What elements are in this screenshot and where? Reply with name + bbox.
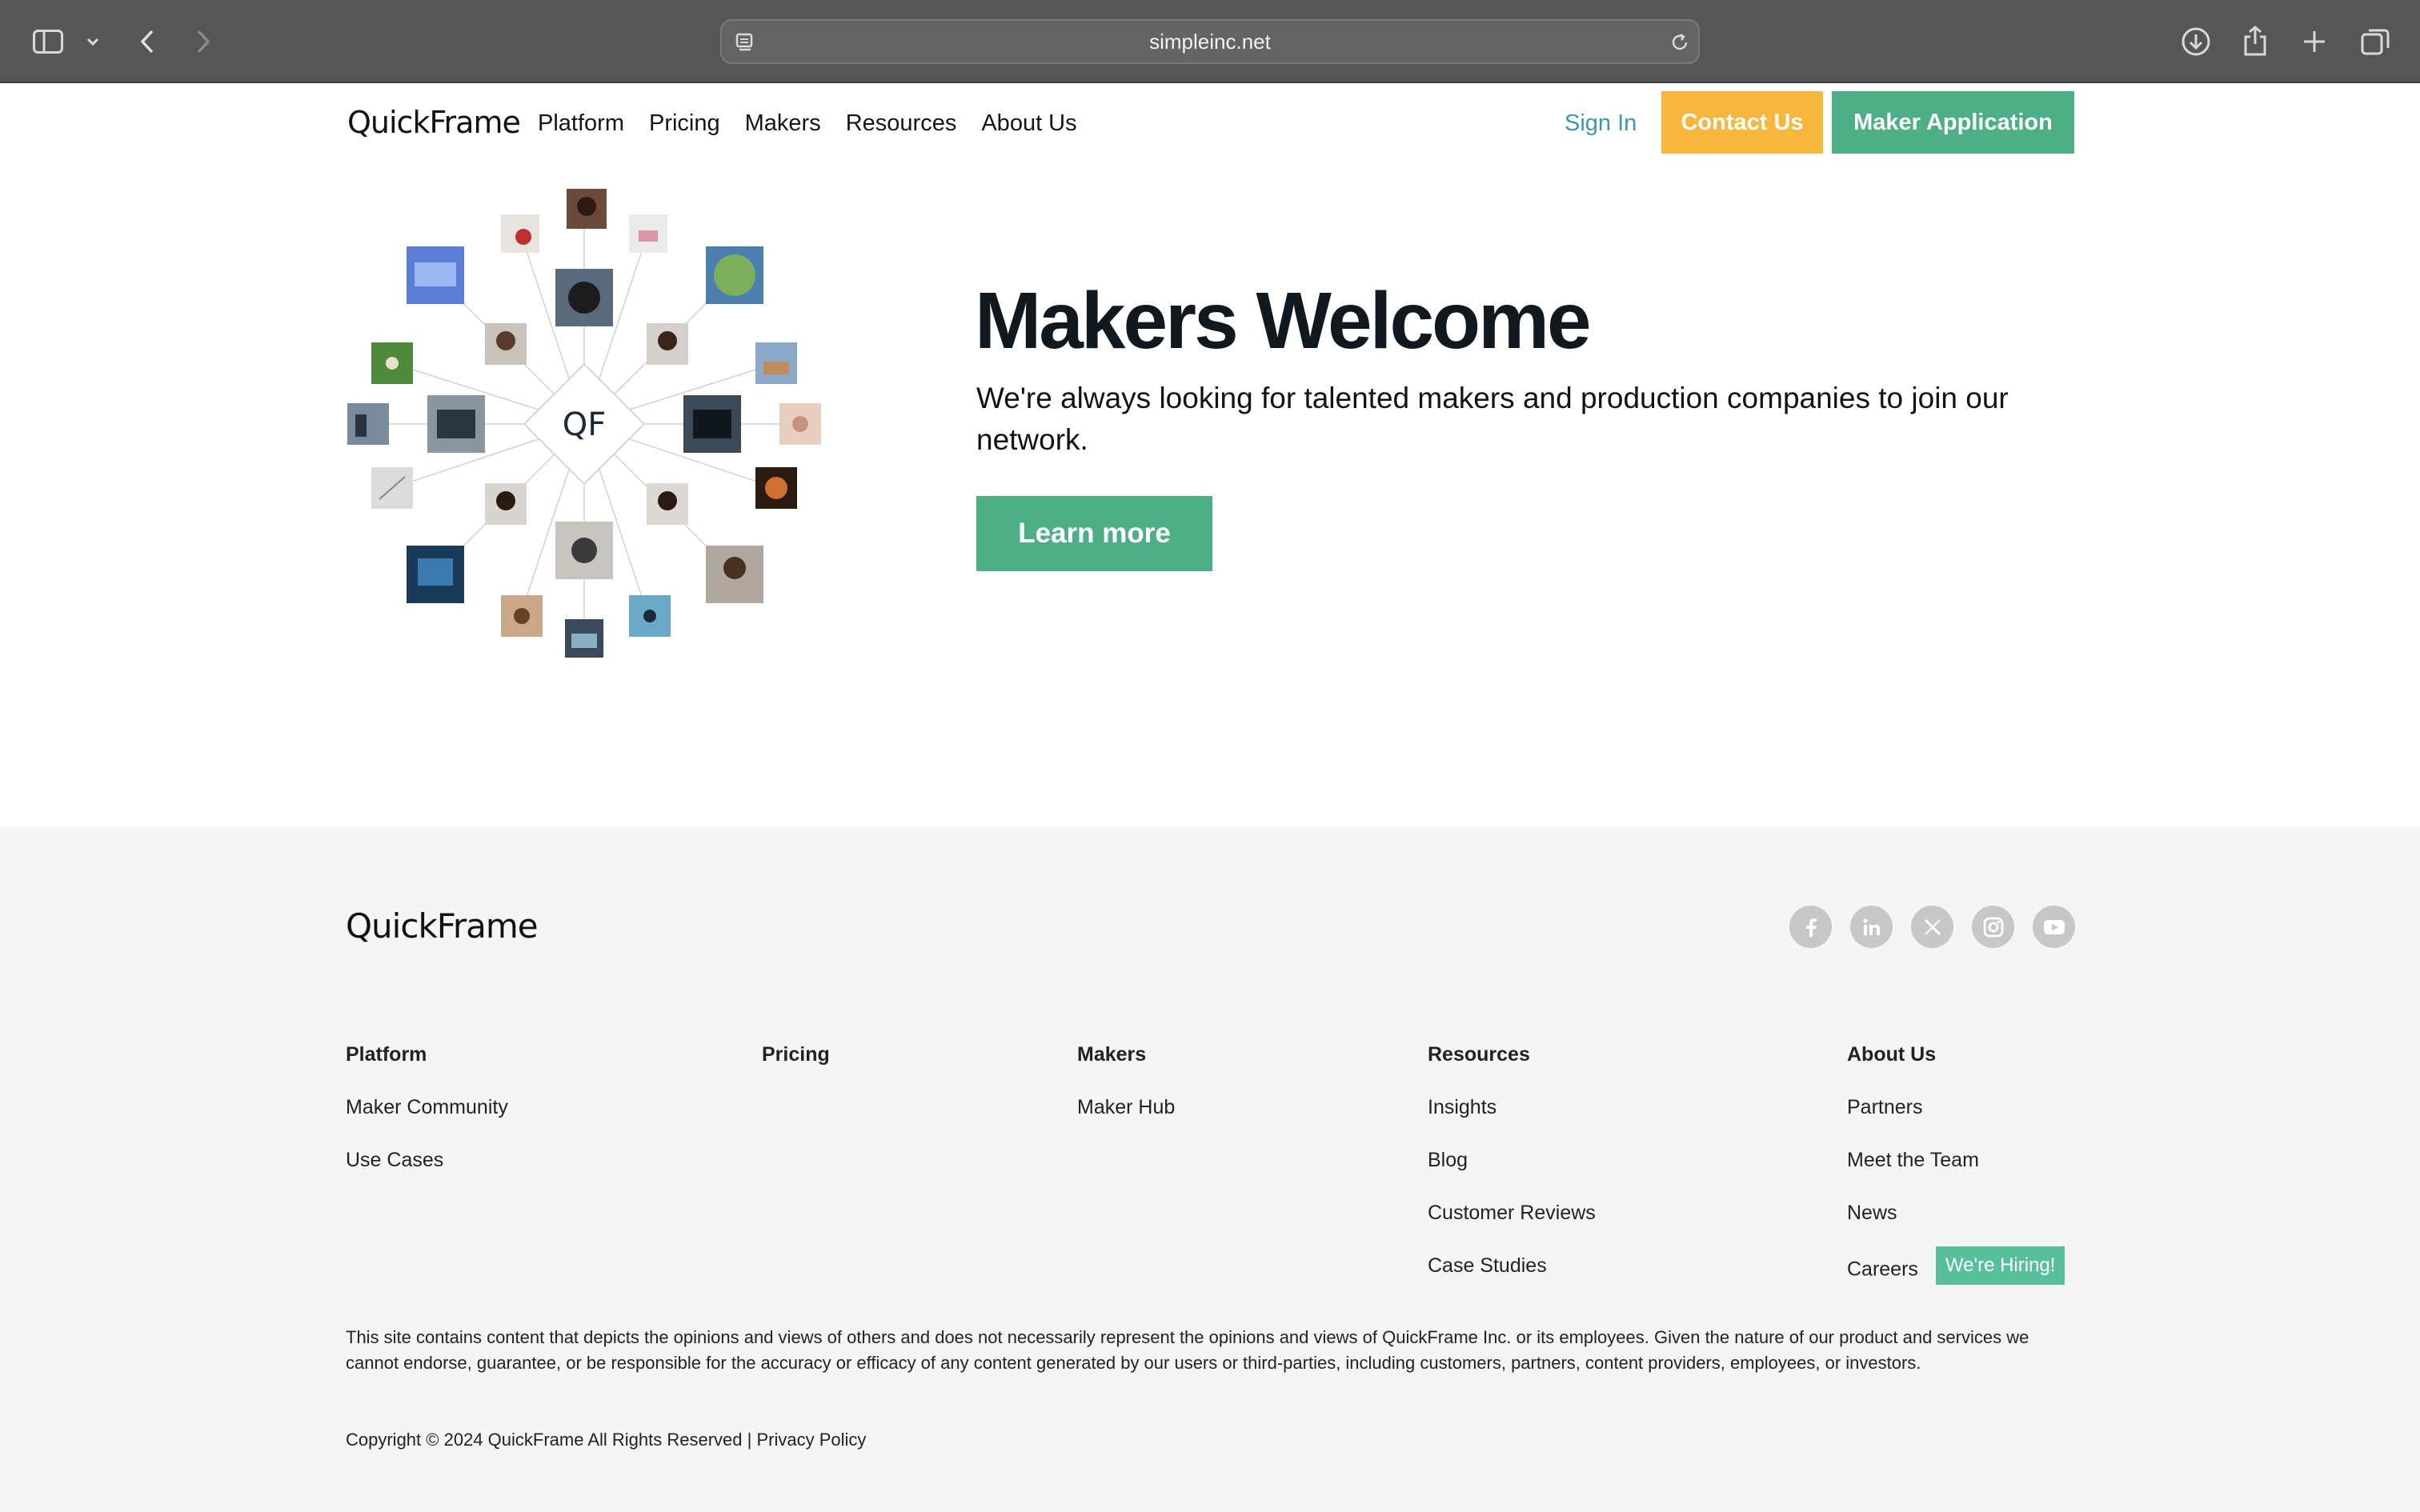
footer-disclaimer: This site contains content that depicts …: [346, 1327, 2029, 1373]
footer-column-pricing: Pricing: [762, 1040, 830, 1093]
x-icon[interactable]: [1911, 906, 1953, 948]
footer-logo[interactable]: QuickFrame: [346, 906, 539, 947]
footer-column-resources: Resources Insights Blog Customer Reviews…: [1428, 1040, 1596, 1304]
footer-column-platform: Platform Maker Community Use Cases: [346, 1040, 508, 1198]
instagram-icon[interactable]: [1972, 906, 2014, 948]
maker-network-graphic: QF: [344, 182, 832, 670]
qf-mark: QF: [563, 406, 607, 443]
maker-application-button[interactable]: Maker Application: [1832, 91, 2074, 154]
footer-link-customer-reviews[interactable]: Customer Reviews: [1428, 1198, 1596, 1251]
downloads-icon[interactable]: [2178, 24, 2214, 59]
footer-link-maker-hub[interactable]: Maker Hub: [1077, 1093, 1175, 1146]
footer-heading-platform[interactable]: Platform: [346, 1040, 508, 1093]
footer-link-careers[interactable]: Careers: [1847, 1258, 1918, 1281]
facebook-icon[interactable]: [1789, 906, 1832, 948]
footer-link-insights[interactable]: Insights: [1428, 1093, 1596, 1146]
browser-toolbar: simpleinc.net: [0, 0, 2420, 83]
chevron-down-icon[interactable]: [83, 30, 102, 53]
footer-column-makers: Makers Maker Hub: [1077, 1040, 1175, 1146]
footer-heading-resources[interactable]: Resources: [1428, 1040, 1596, 1093]
tab-overview-icon[interactable]: [2358, 24, 2393, 59]
footer-link-meet-the-team[interactable]: Meet the Team: [1847, 1146, 2065, 1198]
hiring-badge[interactable]: We're Hiring!: [1935, 1246, 2065, 1285]
nav-pricing[interactable]: Pricing: [649, 107, 720, 139]
forward-arrow-icon[interactable]: [189, 24, 218, 59]
footer-link-case-studies[interactable]: Case Studies: [1428, 1251, 1596, 1304]
footer-link-maker-community[interactable]: Maker Community: [346, 1093, 508, 1146]
nav-about-us[interactable]: About Us: [981, 107, 1076, 139]
footer-link-use-cases[interactable]: Use Cases: [346, 1146, 508, 1198]
nav-platform[interactable]: Platform: [538, 107, 624, 139]
copyright-text: Copyright © 2024 QuickFrame All Rights R…: [346, 1430, 752, 1450]
new-tab-icon[interactable]: [2298, 26, 2330, 58]
quickframe-logo[interactable]: QuickFrame: [347, 104, 521, 141]
back-arrow-icon[interactable]: [133, 24, 162, 59]
footer-heading-pricing[interactable]: Pricing: [762, 1040, 830, 1093]
learn-more-button[interactable]: Learn more: [976, 496, 1212, 571]
hero-subtitle: We're always looking for talented makers…: [976, 382, 2009, 456]
footer-heading-makers[interactable]: Makers: [1077, 1040, 1175, 1093]
youtube-icon[interactable]: [2033, 906, 2075, 948]
reload-icon[interactable]: [1668, 30, 1692, 54]
url-text[interactable]: simpleinc.net: [722, 21, 1698, 62]
footer-column-about-us: About Us Partners Meet the Team News Car…: [1847, 1040, 2065, 1304]
sidebar-toggle-icon[interactable]: [32, 26, 64, 58]
nav-makers[interactable]: Makers: [745, 107, 821, 139]
address-bar[interactable]: simpleinc.net: [720, 19, 1700, 64]
privacy-policy-link[interactable]: Privacy Policy: [756, 1430, 866, 1450]
nav-resources[interactable]: Resources: [846, 107, 957, 139]
footer-heading-about-us[interactable]: About Us: [1847, 1040, 2065, 1093]
footer-copyright-row: Copyright © 2024 QuickFrame All Rights R…: [346, 1427, 866, 1453]
share-icon[interactable]: [2239, 22, 2271, 59]
footer-link-partners[interactable]: Partners: [1847, 1093, 2065, 1146]
sign-in-link[interactable]: Sign In: [1565, 107, 1637, 139]
main-nav: Platform Pricing Makers Resources About …: [538, 107, 1077, 139]
linkedin-icon[interactable]: [1850, 906, 1893, 948]
footer-link-news[interactable]: News: [1847, 1198, 2065, 1251]
hero-title: Makers Welcome: [975, 276, 1592, 366]
contact-us-button[interactable]: Contact Us: [1661, 91, 1823, 154]
footer-careers-row: Careers We're Hiring!: [1847, 1246, 2065, 1304]
footer-link-blog[interactable]: Blog: [1428, 1146, 1596, 1198]
